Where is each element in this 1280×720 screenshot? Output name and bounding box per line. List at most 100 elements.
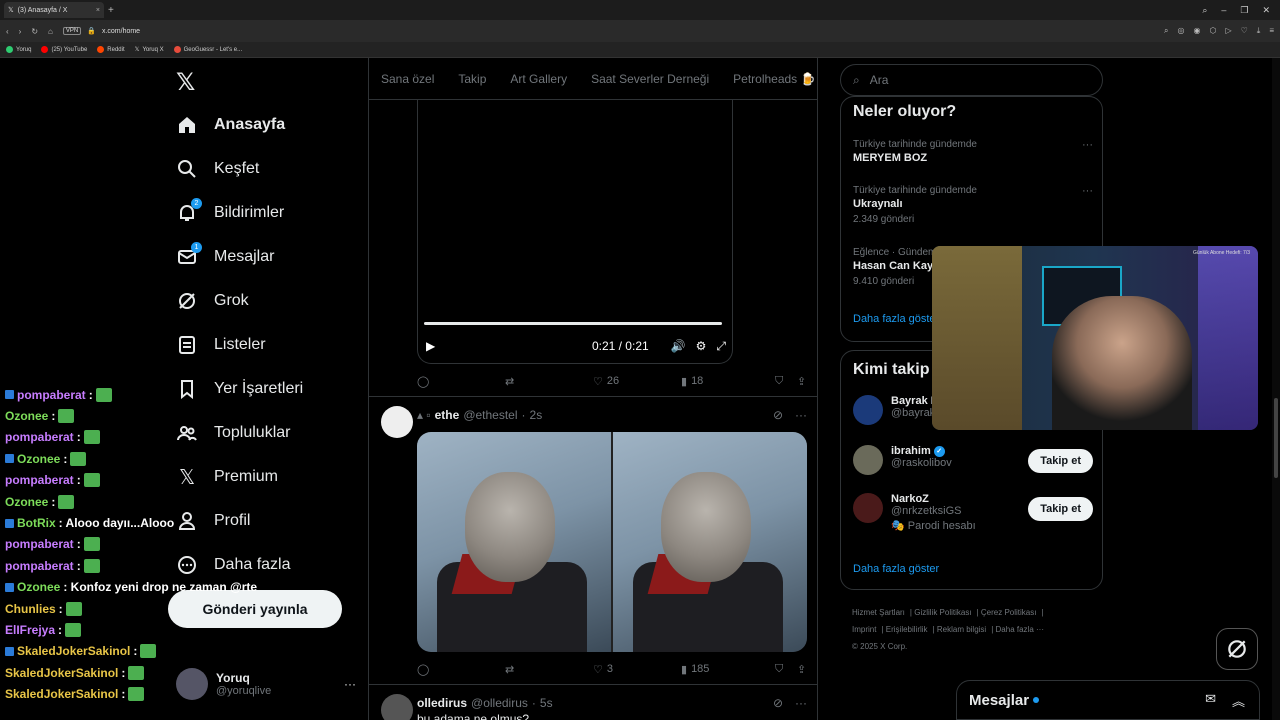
like-button[interactable]: ♡ 3: [593, 663, 681, 676]
footer-link[interactable]: Erişilebilirlik: [886, 625, 928, 634]
scrollbar[interactable]: [1272, 58, 1280, 720]
footer-link[interactable]: Gizlilik Politikası: [914, 608, 971, 617]
tab-following[interactable]: Takip: [458, 72, 486, 86]
share-icon[interactable]: ⇪: [797, 375, 806, 388]
post-author-handle[interactable]: @olledirus: [471, 696, 528, 710]
search-input[interactable]: ⌕ Ara: [840, 64, 1103, 96]
tab-for-you[interactable]: Sana özel: [381, 72, 434, 86]
forward-button[interactable]: ›: [19, 27, 22, 36]
chat-username[interactable]: BotRix: [17, 516, 56, 530]
post-author-handle[interactable]: @ethestel: [463, 408, 517, 422]
footer-link[interactable]: Çerez Politikası: [981, 608, 1037, 617]
nav-notifications[interactable]: 2 Bildirimler: [176, 195, 284, 231]
maximize-button[interactable]: ❐: [1240, 5, 1248, 16]
trend-item[interactable]: Türkiye tarihinde gündemde Ukraynalı 2.3…: [853, 185, 1093, 225]
chat-username[interactable]: SkaledJokerSakinol: [5, 687, 118, 701]
footer-link[interactable]: Reklam bilgisi: [937, 625, 986, 634]
more-options-icon[interactable]: ···: [795, 696, 807, 710]
footer-link[interactable]: Hizmet Şartları: [852, 608, 905, 617]
reply-icon[interactable]: ◯: [417, 375, 505, 388]
follow-suggestion[interactable]: NarkoZ @nrkzetksiGS 🎭 Parodi hesabı Taki…: [853, 493, 1093, 543]
nav-grok[interactable]: Grok: [176, 283, 249, 319]
avatar[interactable]: [381, 694, 413, 720]
url-field[interactable]: VPN 🔒 x.com/home: [62, 27, 140, 35]
bookmark-reddit[interactable]: Reddit: [97, 46, 125, 53]
views-button[interactable]: ▮ 18: [681, 375, 775, 388]
nav-explore[interactable]: Keşfet: [176, 151, 259, 187]
tab-petrolheads[interactable]: Petrolheads 🍺: [733, 72, 815, 86]
more-options-icon[interactable]: ···: [344, 677, 356, 691]
messages-drawer[interactable]: Mesajlar ✉ ︽: [956, 680, 1260, 720]
chat-username[interactable]: Ozonee: [17, 452, 60, 466]
chat-username[interactable]: SkaledJokerSakinol: [17, 644, 130, 658]
chat-username[interactable]: pompaberat: [5, 559, 74, 573]
follow-suggestion[interactable]: ibrahim ✓ @raskolibov Takip et: [853, 445, 1093, 481]
browser-tab[interactable]: 𝕏 (3) Anasayfa / X ×: [4, 2, 104, 18]
download-icon[interactable]: ⤓: [1257, 26, 1261, 36]
chat-username[interactable]: SkaledJokerSakinol: [5, 666, 118, 680]
views-button[interactable]: ▮ 185: [681, 663, 775, 676]
zoom-icon[interactable]: ⌕: [1164, 26, 1168, 36]
repost-icon[interactable]: ⇄: [505, 375, 593, 388]
camera-icon[interactable]: ◎: [1178, 26, 1185, 36]
chat-username[interactable]: pompaberat: [5, 537, 74, 551]
new-message-icon[interactable]: ✉: [1205, 691, 1216, 710]
grok-icon[interactable]: ⊘: [773, 408, 783, 422]
tab-art-gallery[interactable]: Art Gallery: [510, 72, 567, 86]
bookmark-geoguessr[interactable]: GeoGuessr - Let's e...: [173, 46, 242, 53]
follow-button[interactable]: Takip et: [1028, 497, 1093, 521]
play-icon[interactable]: ▷: [1225, 26, 1231, 36]
fullscreen-icon[interactable]: ⤢: [716, 339, 726, 354]
minimize-button[interactable]: –: [1221, 5, 1226, 16]
close-window-button[interactable]: ✕: [1262, 5, 1270, 16]
home-button[interactable]: ⌂: [48, 27, 53, 36]
bookmark-youtube[interactable]: (25) YouTube: [41, 46, 87, 53]
footer-link[interactable]: Daha fazla ···: [996, 625, 1044, 634]
search-tabs-icon[interactable]: ⌕: [1202, 5, 1207, 16]
close-tab-icon[interactable]: ×: [96, 7, 100, 14]
bookmark-icon[interactable]: ⛉: [775, 663, 797, 676]
play-icon[interactable]: ▶: [426, 339, 435, 353]
chat-username[interactable]: Chunlies: [5, 602, 56, 616]
like-button[interactable]: ♡ 26: [593, 375, 681, 388]
post-time[interactable]: 5s: [540, 696, 553, 710]
menu-icon[interactable]: ≡: [1269, 26, 1274, 36]
reply-icon[interactable]: ◯: [417, 663, 505, 676]
video-progress-bar[interactable]: [424, 322, 722, 325]
post-author-name[interactable]: ethe: [435, 408, 460, 422]
volume-icon[interactable]: 🔊: [671, 339, 686, 353]
nav-messages[interactable]: 1 Mesajlar: [176, 239, 274, 275]
nav-lists[interactable]: Listeler: [176, 327, 266, 363]
video-player[interactable]: ▶ 0:21 / 0:21 🔊 ⚙ ⤢: [417, 100, 733, 364]
chat-username[interactable]: Ozonee: [17, 580, 60, 594]
share-icon[interactable]: ⬡: [1209, 26, 1216, 36]
chat-username[interactable]: Ozonee: [5, 495, 48, 509]
more-options-icon[interactable]: ···: [1082, 185, 1093, 197]
chat-username[interactable]: pompaberat: [5, 473, 74, 487]
footer-link[interactable]: Imprint: [852, 625, 876, 634]
post-media[interactable]: [417, 432, 807, 652]
grok-floating-button[interactable]: [1216, 628, 1258, 670]
messenger-icon[interactable]: ◉: [1193, 26, 1200, 36]
show-more-trends-link[interactable]: Daha fazla göster: [853, 313, 939, 325]
heart-icon[interactable]: ♡: [1241, 26, 1248, 36]
share-icon[interactable]: ⇪: [797, 663, 806, 676]
expand-icon[interactable]: ︽: [1232, 691, 1245, 710]
back-button[interactable]: ‹: [6, 27, 9, 36]
reload-button[interactable]: ↻: [31, 27, 38, 36]
chat-username[interactable]: pompaberat: [5, 430, 74, 444]
vpn-badge[interactable]: VPN: [62, 27, 82, 35]
chat-username[interactable]: ElIFrejya: [5, 623, 55, 637]
bookmark-icon[interactable]: ⛉: [775, 375, 797, 388]
bookmark-yoruq[interactable]: Yoruq: [6, 46, 31, 53]
more-options-icon[interactable]: ···: [795, 408, 807, 422]
post-time[interactable]: 2s: [530, 408, 543, 422]
chat-username[interactable]: Ozonee: [5, 409, 48, 423]
follow-button[interactable]: Takip et: [1028, 449, 1093, 473]
new-tab-button[interactable]: +: [108, 5, 114, 16]
nav-home[interactable]: Anasayfa: [176, 107, 285, 143]
more-options-icon[interactable]: ···: [1082, 139, 1093, 151]
avatar[interactable]: [381, 406, 413, 438]
x-logo-icon[interactable]: 𝕏: [176, 68, 195, 96]
repost-icon[interactable]: ⇄: [505, 663, 593, 676]
